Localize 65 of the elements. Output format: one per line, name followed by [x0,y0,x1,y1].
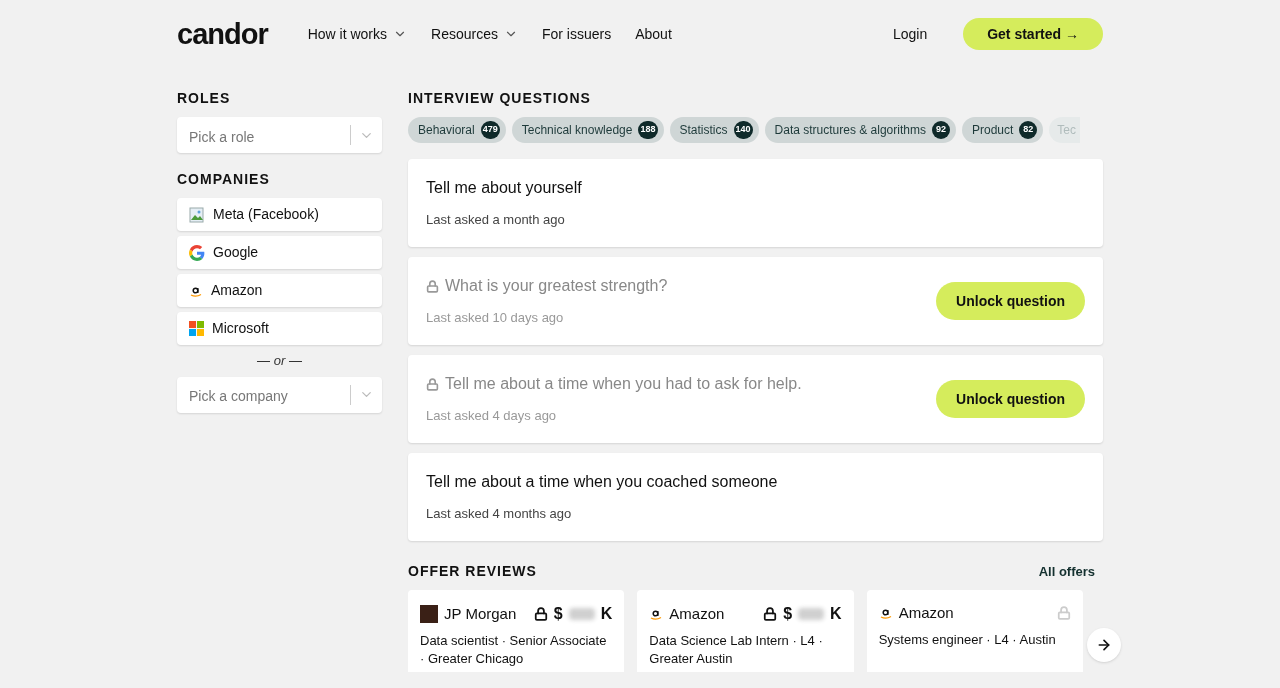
thousands-suffix: K [830,604,842,624]
question-card[interactable]: Tell me about a time when you had to ask for help. Last asked 4 days ago Unlock question [408,355,1103,443]
section-heading: INTERVIEW QUESTIONS [408,89,592,108]
offer-role-text: Systems engineer · L4 · Austin [878,630,1057,649]
last-asked-text: Last asked 4 days ago [426,407,558,426]
company-name: Microsoft [212,319,269,338]
next-arrow-button[interactable] [1087,628,1121,662]
company-name: Amazon [898,603,955,623]
last-asked-text: Last asked a month ago [426,211,566,230]
blurred-salary [568,608,595,620]
offer-card[interactable]: Amazon Systems engineer · L4 · Austin [866,590,1083,672]
nav-link[interactable]: About [635,23,672,45]
company-name: Amazon [211,281,263,300]
unlock-question-button[interactable]: Unlock question [936,380,1085,418]
thousands-suffix: K [600,604,613,624]
category-chip[interactable]: Statistics 140 [669,117,759,143]
company-name: JP Morgan [444,603,518,624]
offer-role-text: Data scientist · Senior Associate · Greater Chicago [420,632,608,668]
category-chip[interactable]: Data structures & algorithms 92 [764,117,956,143]
company-item[interactable]: Amazon [177,274,382,307]
offer-role-text: Data Science Lab Intern · L4 · Greater Austin [649,632,824,668]
amazon-smile-logo-icon [878,606,893,621]
company-name: Google [213,243,259,262]
candor-logo[interactable]: candor [177,19,268,49]
company-item[interactable]: Google [177,236,382,269]
offer-card[interactable]: Amazon $ K Data Science Lab Intern · L4 · Greater Austin [637,590,854,672]
section-heading: ROLES [177,89,232,108]
category-chip[interactable]: Behavioral 479 [408,117,506,143]
google-g-icon [189,244,205,261]
offer-card[interactable]: JP Morgan $ K Data scientist · Senior Associate · Greater Chicago [408,590,625,672]
question-card[interactable]: Tell me about a time when you coached someone Last asked 4 months ago [408,453,1103,541]
category-chip[interactable]: Product 82 [961,117,1044,143]
company-item[interactable]: Microsoft [177,312,382,345]
question-card[interactable]: What is your greatest strength? Last asked 10 days ago Unlock question [408,257,1103,345]
currency-sign: $ [553,604,563,624]
unlock-question-button[interactable]: Unlock question [936,282,1085,320]
currency-sign: $ [783,604,793,624]
nav-link[interactable]: How it works [307,23,408,45]
arrow-right-icon [1096,637,1112,653]
broken-image-icon [189,206,205,223]
question-title: What is your greatest strength? [445,276,668,297]
nav-link[interactable]: For issuers [541,23,612,45]
last-asked-text: Last asked 4 months ago [426,505,573,524]
question-title: Tell me about a time when you had to ask for help. [445,374,802,395]
last-asked-text: Last asked 10 days ago [426,309,565,328]
category-chip[interactable]: Technical knowledge 188 [511,117,664,143]
blurred-salary [798,608,825,620]
or-divider-text: — or — [256,352,303,370]
select-field[interactable]: Pick a company [177,376,382,413]
select-field[interactable]: Pick a role [177,117,382,153]
amazon-smile-logo-icon [649,607,664,621]
section-heading: COMPANIES [177,170,271,189]
section-heading: OFFER REVIEWS [408,562,537,581]
nav-link[interactable]: Resources [431,23,518,45]
get-started-button[interactable]: Get started → [963,18,1103,50]
company-name: Amazon [669,603,726,624]
question-title: Tell me about a time when you coached someone [426,472,778,493]
four-squares-icon [189,321,204,336]
question-title: Tell me about yourself [426,178,582,199]
question-card[interactable]: Tell me about yourself Last asked a month ago [408,159,1103,247]
all-offers-link[interactable]: All offers [1038,561,1095,582]
login-link[interactable]: Login [892,23,928,45]
company-name: Meta (Facebook) [213,205,319,224]
company-item[interactable]: Meta (Facebook) [177,198,382,231]
company-logo-icon [420,605,438,623]
